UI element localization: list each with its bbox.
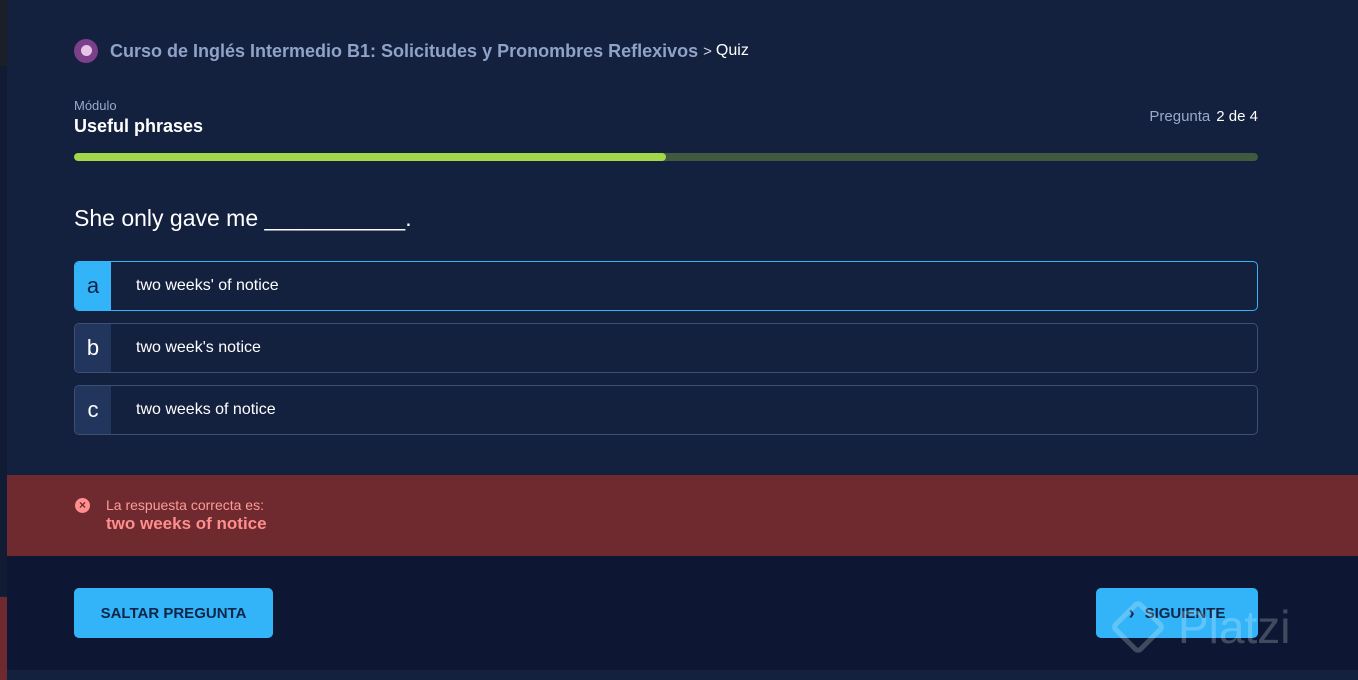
module-label: Módulo [74, 98, 117, 113]
breadcrumb-separator: > [703, 42, 712, 60]
option-text: two weeks of notice [136, 401, 276, 418]
answer-option-b[interactable]: b two week's notice [74, 323, 1258, 373]
question-counter-label: Pregunta [1149, 108, 1211, 125]
left-edge-panel [0, 0, 7, 66]
result-label: La respuesta correcta es: [106, 497, 264, 513]
question-counter: Pregunta 2 de 4 [1149, 108, 1258, 125]
x-circle-icon: × [75, 498, 90, 513]
option-text: two weeks' of notice [136, 277, 279, 294]
breadcrumb-current: Quiz [715, 42, 749, 59]
course-badge-icon [74, 39, 98, 63]
result-banner: × La respuesta correcta es: two weeks of… [7, 475, 1358, 556]
next-button[interactable]: › SIGUIENTE [1096, 588, 1258, 638]
option-letter: c [75, 386, 111, 434]
quiz-footer: SALTAR PREGUNTA › SIGUIENTE [7, 556, 1358, 670]
question-counter-value: 2 de 4 [1216, 108, 1258, 125]
progress-bar-fill [74, 153, 666, 161]
option-letter: b [75, 324, 111, 372]
skip-question-button[interactable]: SALTAR PREGUNTA [74, 588, 273, 638]
left-edge-panel [0, 597, 7, 680]
quiz-page: Curso de Inglés Intermedio B1: Solicitud… [0, 0, 1358, 680]
breadcrumb-course-link[interactable]: Curso de Inglés Intermedio B1: Solicitud… [110, 41, 698, 62]
left-edge-panel [0, 66, 7, 596]
correct-answer: two weeks of notice [106, 514, 267, 533]
option-text: two week's notice [136, 339, 261, 356]
progress-bar [74, 153, 1258, 161]
question-text: She only gave me ___________. [74, 205, 412, 231]
breadcrumb: Curso de Inglés Intermedio B1: Solicitud… [74, 38, 749, 64]
answer-option-c[interactable]: c two weeks of notice [74, 385, 1258, 435]
bottom-strip [7, 670, 1358, 680]
option-letter: a [75, 262, 111, 310]
answer-option-a[interactable]: a two weeks' of notice [74, 261, 1258, 311]
chevron-right-icon: › [1128, 602, 1135, 623]
module-name: Useful phrases [74, 116, 204, 136]
next-button-label: SIGUIENTE [1144, 604, 1226, 622]
